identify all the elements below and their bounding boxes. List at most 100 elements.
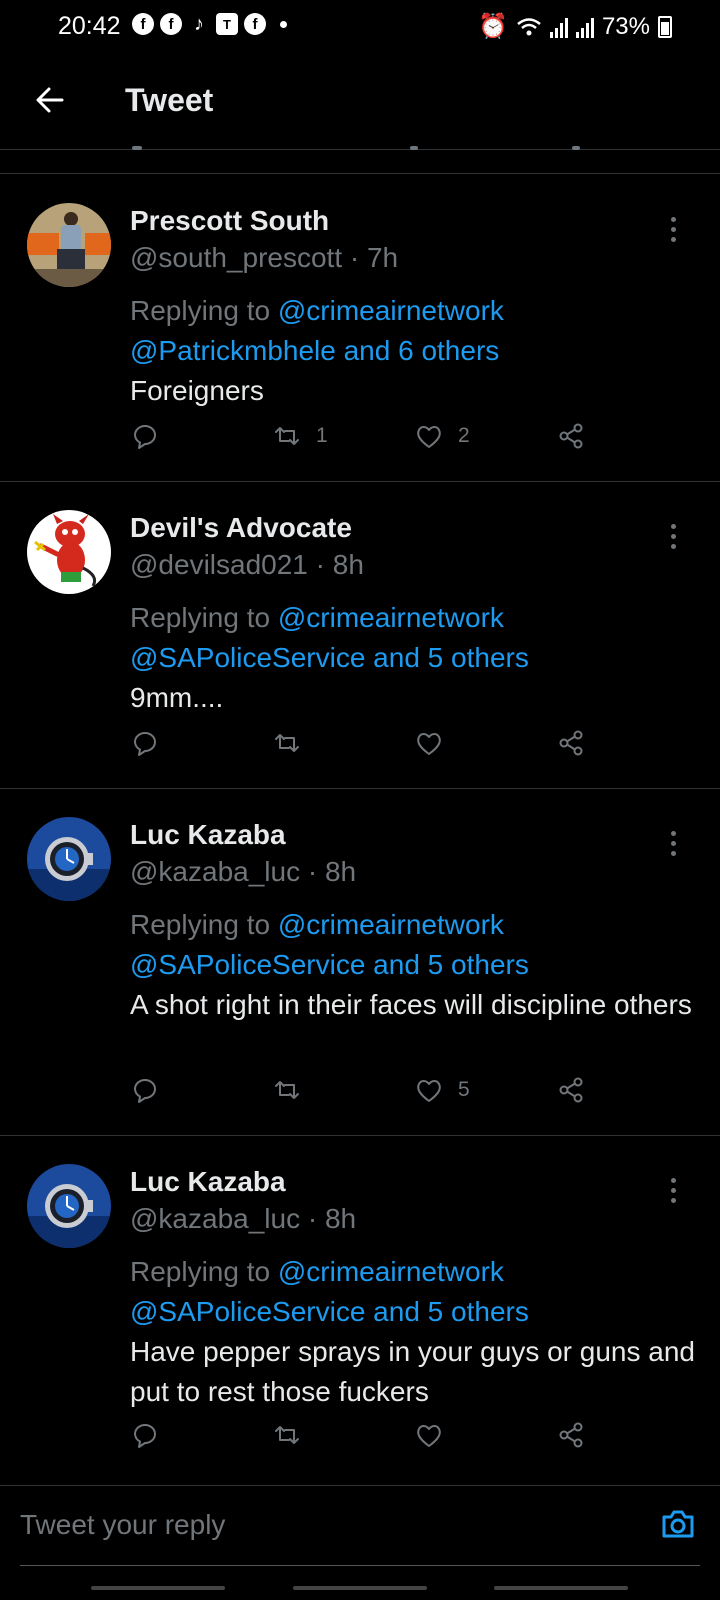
heart-icon — [417, 733, 441, 755]
avatar[interactable] — [27, 1164, 111, 1248]
share-icon — [559, 730, 583, 756]
nav-recent-button[interactable] — [91, 1586, 225, 1590]
retweet-button[interactable] — [272, 1420, 316, 1450]
reply-button[interactable] — [130, 421, 160, 451]
wifi-icon — [517, 17, 541, 35]
tweet[interactable]: Luc Kazaba @kazaba_luc · 8h Replying to … — [0, 789, 720, 1136]
camera-icon[interactable] — [658, 1504, 698, 1544]
page-title: Tweet — [125, 82, 214, 118]
tweet-text: Have pepper sprays in your guys or guns … — [130, 1336, 695, 1407]
share-icon — [559, 423, 583, 449]
mention-link[interactable]: @crimeairnetwork — [278, 295, 504, 326]
retweet-icon — [275, 427, 299, 445]
more-options-icon[interactable] — [668, 1178, 678, 1208]
replying-to: Replying to @crimeairnetwork @Patrickmbh… — [130, 295, 504, 366]
replying-to: Replying to @crimeairnetwork @SAPoliceSe… — [130, 909, 529, 980]
tweet[interactable]: Luc Kazaba @kazaba_luc · 8h Replying to … — [0, 1136, 720, 1485]
mention-link[interactable]: @crimeairnetwork — [278, 909, 504, 940]
author-handle[interactable]: @south_prescott · 7h — [130, 242, 398, 274]
signal-icon — [549, 16, 568, 38]
author-handle[interactable]: @kazaba_luc · 8h — [130, 1203, 356, 1235]
mention-link[interactable]: @crimeairnetwork — [278, 602, 504, 633]
facebook-icon: f — [132, 13, 154, 35]
status-bar: 20:42 f f ♪ T f ⏰ 73% — [0, 0, 720, 56]
author-name[interactable]: Luc Kazaba — [130, 819, 286, 851]
tweet-actions — [130, 1420, 610, 1460]
reply-input[interactable] — [20, 1500, 630, 1550]
tweet-text: 9mm.... — [130, 682, 224, 713]
header: Tweet — [0, 56, 720, 150]
reply-icon — [134, 425, 156, 449]
mention-link[interactable]: @SAPoliceService and 5 others — [130, 642, 529, 673]
alarm-icon: ⏰ — [478, 13, 508, 40]
author-name[interactable]: Devil's Advocate — [130, 512, 352, 544]
reply-button[interactable] — [130, 728, 160, 758]
avatar[interactable] — [27, 817, 111, 901]
nav-home-button[interactable] — [293, 1586, 427, 1590]
nav-back-button[interactable] — [494, 1586, 628, 1590]
notification-icons: f f ♪ T f — [132, 13, 287, 35]
reply-button[interactable] — [130, 1075, 160, 1105]
heart-icon — [417, 426, 441, 448]
retweet-button[interactable]: 1 — [272, 421, 328, 451]
facebook-icon: f — [160, 13, 182, 35]
share-button[interactable] — [556, 421, 586, 451]
replying-to: Replying to @crimeairnetwork @SAPoliceSe… — [130, 602, 529, 673]
reply-underline — [20, 1565, 700, 1566]
share-icon — [559, 1422, 583, 1448]
retweet-icon — [275, 1081, 299, 1099]
signal-icon — [575, 16, 594, 38]
status-right: ⏰ 73% — [478, 12, 672, 41]
retweet-icon — [275, 734, 299, 752]
reply-icon — [134, 1424, 156, 1448]
reply-icon — [134, 732, 156, 756]
reply-bar — [0, 1485, 720, 1566]
like-button[interactable] — [414, 728, 458, 758]
facebook-icon: f — [244, 13, 266, 35]
more-options-icon[interactable] — [668, 524, 678, 554]
like-button[interactable]: 2 — [414, 421, 470, 451]
tweet-text: A shot right in their faces will discipl… — [130, 989, 692, 1020]
author-name[interactable]: Luc Kazaba — [130, 1166, 286, 1198]
like-button[interactable] — [414, 1420, 458, 1450]
share-button[interactable] — [556, 1075, 586, 1105]
like-count: 5 — [458, 1078, 470, 1101]
status-time: 20:42 — [58, 12, 121, 40]
battery-icon — [658, 15, 672, 38]
retweet-button[interactable] — [272, 1075, 316, 1105]
author-name[interactable]: Prescott South — [130, 205, 329, 237]
reply-button[interactable] — [130, 1420, 160, 1450]
mention-link[interactable]: @crimeairnetwork — [278, 1256, 504, 1287]
heart-icon — [417, 1425, 441, 1447]
mention-link[interactable]: @SAPoliceService and 5 others — [130, 1296, 529, 1327]
avatar[interactable] — [27, 510, 111, 594]
retweet-icon — [275, 1426, 299, 1444]
tweet-text: Foreigners — [130, 375, 264, 406]
more-options-icon[interactable] — [668, 831, 678, 861]
tweet-actions — [130, 728, 610, 768]
author-handle[interactable]: @devilsad021 · 8h — [130, 549, 364, 581]
retweet-button[interactable] — [272, 728, 316, 758]
retweet-count: 1 — [316, 424, 328, 447]
mention-link[interactable]: @Patrickmbhele and 6 others — [130, 335, 499, 366]
tiktok-icon: ♪ — [194, 12, 204, 35]
avatar[interactable] — [27, 203, 111, 287]
tweet[interactable]: Prescott South @south_prescott · 7h Repl… — [0, 175, 720, 482]
share-icon — [559, 1077, 583, 1103]
like-button[interactable]: 5 — [414, 1075, 470, 1105]
system-nav-bar — [0, 1584, 720, 1600]
tweet-actions: 5 — [130, 1075, 610, 1115]
battery-percent: 73% — [601, 12, 650, 40]
share-button[interactable] — [556, 728, 586, 758]
more-options-icon[interactable] — [668, 217, 678, 247]
author-handle[interactable]: @kazaba_luc · 8h — [130, 856, 356, 888]
previous-tweet-cutoff — [0, 146, 720, 174]
tweet[interactable]: Devil's Advocate @devilsad021 · 8h Reply… — [0, 482, 720, 789]
heart-icon — [417, 1080, 441, 1102]
back-arrow-icon[interactable] — [30, 80, 70, 120]
mention-link[interactable]: @SAPoliceService and 5 others — [130, 949, 529, 980]
like-count: 2 — [458, 424, 470, 447]
share-button[interactable] — [556, 1420, 586, 1450]
replying-to: Replying to @crimeairnetwork @SAPoliceSe… — [130, 1256, 529, 1327]
tweet-actions: 1 2 — [130, 421, 610, 461]
